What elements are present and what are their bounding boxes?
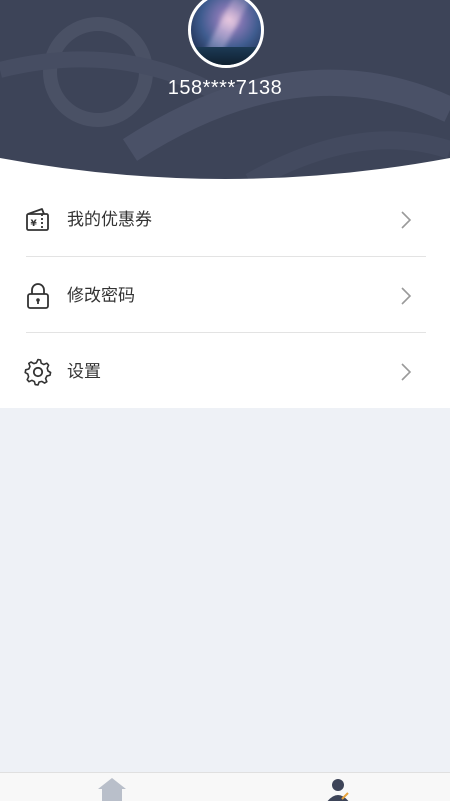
profile-menu: ¥ 我的优惠券 修改密码 设置	[0, 182, 450, 408]
chevron-right-icon	[401, 287, 412, 305]
menu-item-label: 修改密码	[67, 286, 135, 305]
divider	[26, 256, 426, 257]
menu-item-label: 我的优惠券	[67, 210, 152, 229]
menu-item-coupons[interactable]: ¥ 我的优惠券	[0, 182, 450, 258]
svg-text:¥: ¥	[31, 219, 38, 229]
tab-profile[interactable]	[318, 773, 358, 801]
gear-icon	[24, 358, 52, 386]
lock-icon	[27, 283, 49, 309]
divider	[26, 332, 426, 333]
coupon-icon: ¥	[26, 208, 49, 231]
menu-item-change-password[interactable]: 修改密码	[0, 258, 450, 334]
chevron-right-icon	[401, 363, 412, 381]
bottom-tab-bar	[0, 772, 450, 801]
menu-item-label: 设置	[67, 362, 101, 381]
chevron-right-icon	[401, 211, 412, 229]
phone-number: 158****7138	[167, 77, 283, 99]
tab-home[interactable]	[92, 773, 132, 801]
home-icon	[98, 778, 126, 801]
user-icon	[327, 779, 349, 801]
menu-item-settings[interactable]: 设置	[0, 334, 450, 410]
profile-header: 158****7138	[0, 0, 450, 182]
avatar[interactable]	[188, 0, 264, 68]
